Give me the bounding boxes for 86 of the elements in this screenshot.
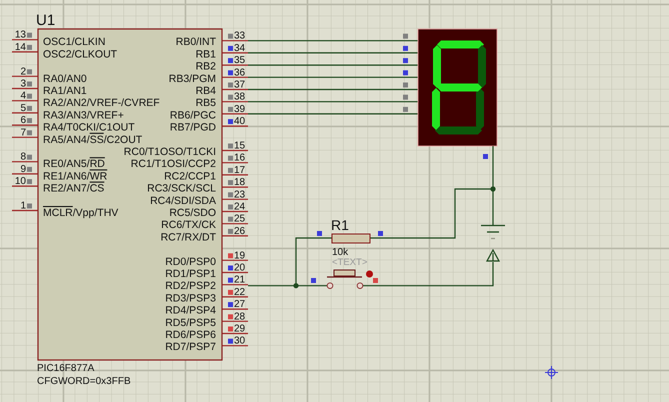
pin-number: 3 xyxy=(20,78,26,90)
junction-dot xyxy=(293,283,299,288)
component-designator: U1 xyxy=(36,12,56,29)
pin-number: 9 xyxy=(20,164,26,175)
pin-label: RE2/AN7/CS xyxy=(43,182,104,195)
pin-label: MCLR/Vpp/THV xyxy=(43,207,118,219)
pin-label: RC0/T1OSO/T1CKI xyxy=(124,146,216,158)
pin-label: RA2/AN2/VREF-/CVREF xyxy=(43,97,160,110)
pin-number: 27 xyxy=(234,299,246,310)
pin-label: RC1/T1OSI/CCP2 xyxy=(130,158,216,170)
pin-label: RA0/AN0 xyxy=(43,72,87,85)
pin-label: RD2/PSP2 xyxy=(165,280,216,292)
pin-number: 17 xyxy=(234,164,246,176)
pin-label: OSC2/CLKOUT xyxy=(43,48,118,60)
pin-label: RB2 xyxy=(196,60,216,73)
part-name: PIC16F877A xyxy=(37,363,94,374)
pin-number: 10 xyxy=(14,176,26,188)
pin-number: 38 xyxy=(234,92,246,103)
pin-label: RE0/AN5/RD xyxy=(43,158,105,170)
pin-label: RA5/AN4/SS/C2OUT xyxy=(43,134,142,146)
pin-label: OSC1/CLKIN xyxy=(43,36,106,48)
pin-number: 23 xyxy=(234,189,246,200)
pin-number: 16 xyxy=(234,152,246,164)
junction-dot xyxy=(490,186,496,192)
pin-number: 28 xyxy=(234,311,246,322)
pin-label: RB5 xyxy=(196,97,216,110)
pin-number: 14 xyxy=(14,42,26,53)
pin-number: 4 xyxy=(20,90,26,102)
pin-label: RC3/SCK/SCL xyxy=(147,182,216,195)
resistor xyxy=(332,234,370,244)
pin-number: 30 xyxy=(234,336,246,347)
pin-label: RD7/PSP7 xyxy=(165,341,216,354)
pin-label: RB7/PGD xyxy=(170,122,216,134)
pin-number: 13 xyxy=(14,30,26,41)
pin-number: 26 xyxy=(234,226,246,237)
pin-label: RC5/SDO xyxy=(169,207,216,219)
push-button[interactable] xyxy=(326,270,364,289)
pin-number: 20 xyxy=(234,262,246,274)
crosshair-icon xyxy=(544,366,558,380)
pin-label: RA1/AN1 xyxy=(43,85,87,97)
pin-label: RA4/T0CKI/C1OUT xyxy=(43,122,135,134)
pin-number: 34 xyxy=(234,42,246,54)
resistor-value: 10k xyxy=(332,247,348,258)
pin-number: 29 xyxy=(234,324,246,334)
part-property: CFGWORD=0x3FFB xyxy=(37,376,131,387)
pin-number: 7 xyxy=(20,127,26,138)
pin-number: 2 xyxy=(20,66,26,78)
pin-number: 40 xyxy=(234,116,246,128)
pin-number: 22 xyxy=(234,286,246,298)
pin-number: 15 xyxy=(234,140,246,152)
power-terminal-icon xyxy=(486,249,500,262)
pin-number: 21 xyxy=(234,274,246,286)
pin-label: RB1 xyxy=(196,48,216,60)
pin-number: 1 xyxy=(20,200,26,212)
pin-label: RB4 xyxy=(196,85,216,97)
pin-label: RD4/PSP4 xyxy=(165,304,216,317)
pin-number: 8 xyxy=(20,152,26,163)
pin-number: 24 xyxy=(234,202,246,212)
pin-number: 6 xyxy=(20,115,26,126)
pin-number: 39 xyxy=(234,104,246,115)
resistor-text: <TEXT> xyxy=(332,257,368,268)
pin-label: RC4/SDI/SDA xyxy=(150,194,216,207)
pin-label: RC6/TX/CK xyxy=(161,219,216,232)
pin-label: RE1/AN6/WR xyxy=(43,170,108,182)
pin-label: RD6/PSP6 xyxy=(165,329,216,341)
pin-number: 35 xyxy=(234,55,246,66)
pin-number: 36 xyxy=(234,67,246,78)
pin-number: 25 xyxy=(234,214,246,225)
battery-symbol xyxy=(481,224,505,240)
pin-label: RC7/RX/DT xyxy=(160,231,216,244)
pin-label: RD3/PSP3 xyxy=(165,292,216,304)
pin-label: RA3/AN3/VREF+ xyxy=(43,109,124,122)
pin-label: RB3/PGM xyxy=(168,72,216,85)
pin-number: 37 xyxy=(234,80,246,90)
pin-label: RB6/PGC xyxy=(170,109,216,122)
pin-number: 5 xyxy=(20,102,26,114)
pin-number: 18 xyxy=(234,177,246,188)
resistor-designator: R1 xyxy=(331,217,349,233)
pin-label: RD5/PSP5 xyxy=(165,316,216,329)
button-actuator-icon[interactable] xyxy=(366,270,373,278)
pin-label: RD1/PSP1 xyxy=(165,268,216,280)
pin-number: 33 xyxy=(234,30,246,42)
pin-label: RD0/PSP0 xyxy=(165,256,216,268)
pin-label: RC2/CCP1 xyxy=(164,170,216,182)
pin-number: 19 xyxy=(234,250,246,262)
pin-label: RB0/INT xyxy=(176,36,216,48)
